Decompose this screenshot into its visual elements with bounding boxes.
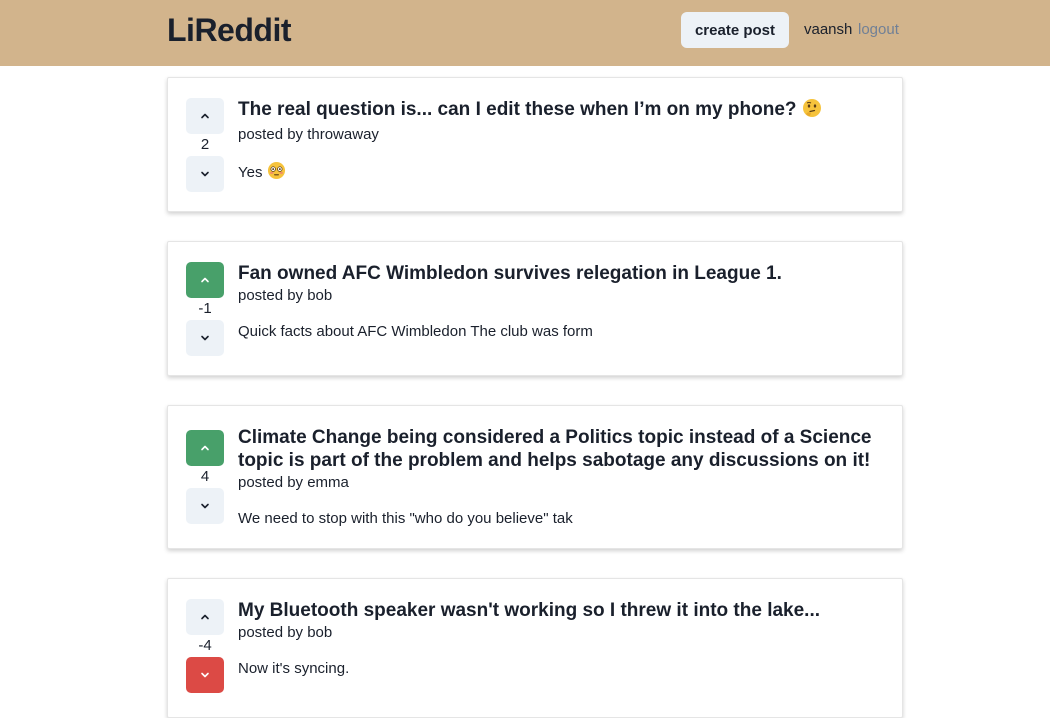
logout-link[interactable]: logout xyxy=(858,21,899,38)
downvote-button[interactable] xyxy=(186,156,224,192)
post-snippet: Yes xyxy=(238,161,884,186)
post-title-text: The real question is... can I edit these… xyxy=(238,99,797,120)
downvote-button[interactable] xyxy=(186,320,224,356)
upvote-button[interactable] xyxy=(186,430,224,466)
post-author: posted by emma xyxy=(238,474,349,491)
post-title-link[interactable]: My Bluetooth speaker wasn't working so I… xyxy=(238,599,884,622)
post-author: posted by bob xyxy=(238,624,333,641)
thinking-face-emoji-icon xyxy=(802,98,822,124)
chevron-down-icon xyxy=(201,503,209,509)
vote-score: 4 xyxy=(200,468,210,485)
post-author: posted by bob xyxy=(238,287,333,304)
vote-score: 2 xyxy=(200,136,210,153)
post-snippet: Now it's syncing. xyxy=(238,660,350,677)
vote-score: -1 xyxy=(198,300,212,317)
upvote-button[interactable] xyxy=(186,262,224,298)
post-card: -1 Fan owned AFC Wimbledon survives rele… xyxy=(167,241,903,376)
chevron-down-icon xyxy=(201,171,209,177)
downvote-button[interactable] xyxy=(186,657,224,693)
post-snippet: Quick facts about AFC Wimbledon The club… xyxy=(238,323,593,340)
chevron-down-icon xyxy=(201,672,209,678)
post-author: posted by throwaway xyxy=(238,126,379,143)
chevron-up-icon xyxy=(201,614,209,620)
chevron-down-icon xyxy=(201,335,209,341)
post-snippet-text: Yes xyxy=(238,164,263,181)
post-card: 2 The real question is... can I edit the… xyxy=(167,77,903,212)
post-card: 4 Climate Change being considered a Poli… xyxy=(167,405,903,549)
vote-score: -4 xyxy=(198,637,212,654)
navbar: LiReddit create post vaansh logout xyxy=(0,0,1050,66)
chevron-up-icon xyxy=(201,277,209,283)
upvote-button[interactable] xyxy=(186,599,224,635)
username: vaansh xyxy=(804,21,853,38)
downvote-button[interactable] xyxy=(186,488,224,524)
post-title-link[interactable]: Fan owned AFC Wimbledon survives relegat… xyxy=(238,262,884,285)
chevron-up-icon xyxy=(201,445,209,451)
post-snippet: We need to stop with this "who do you be… xyxy=(238,510,573,527)
post-title-link[interactable]: The real question is... can I edit these… xyxy=(238,98,884,124)
post-title-link[interactable]: Climate Change being considered a Politi… xyxy=(238,426,884,472)
upvote-button[interactable] xyxy=(186,98,224,134)
post-card: -4 My Bluetooth speaker wasn't working s… xyxy=(167,578,903,718)
flushed-face-emoji-icon xyxy=(267,161,286,186)
chevron-up-icon xyxy=(201,113,209,119)
create-post-button[interactable]: create post xyxy=(681,12,789,48)
brand-logo[interactable]: LiReddit xyxy=(167,12,291,49)
